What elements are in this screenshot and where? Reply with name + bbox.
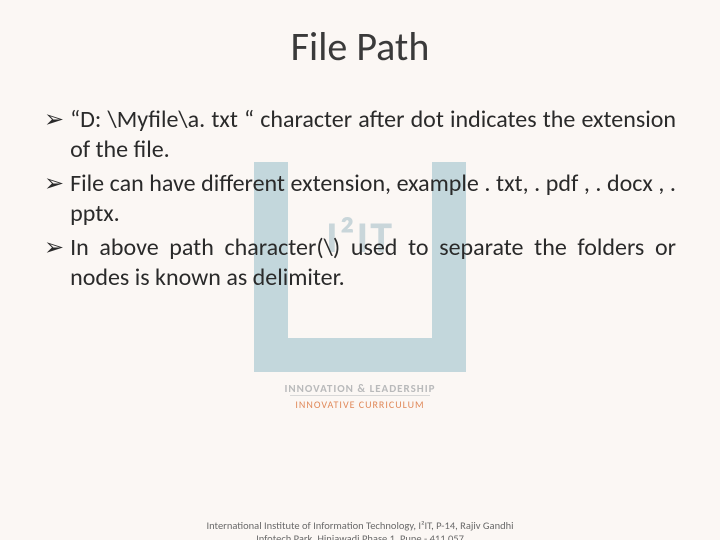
bullet-arrow-icon: ➢ <box>44 169 64 229</box>
slide-footer: International Institute of Information T… <box>0 519 720 540</box>
bullet-item: ➢ File can have different extension, exa… <box>44 169 676 229</box>
slide-body: ➢ “D: \Myfile\a. txt “ character after d… <box>44 105 676 293</box>
slide-content: File Path ➢ “D: \Myfile\a. txt “ charact… <box>0 22 720 293</box>
logo-tagline-1: INNOVATION & LEADERSHIP <box>230 382 490 395</box>
slide: I²IT INNOVATION & LEADERSHIP INNOVATIVE … <box>0 22 720 540</box>
slide-title: File Path <box>0 22 720 71</box>
footer-line-1: International Institute of Information T… <box>200 519 520 540</box>
bullet-text: “D: \Myfile\a. txt “ character after dot… <box>70 105 676 165</box>
logo-tagline-rule <box>290 395 430 396</box>
bullet-item: ➢ “D: \Myfile\a. txt “ character after d… <box>44 105 676 165</box>
bullet-text: In above path character(\) used to separ… <box>70 233 676 293</box>
bullet-text: File can have different extension, examp… <box>70 169 676 229</box>
bullet-arrow-icon: ➢ <box>44 105 64 165</box>
logo-tagline-2: INNOVATIVE CURRICULUM <box>230 398 490 411</box>
bullet-item: ➢ In above path character(\) used to sep… <box>44 233 676 293</box>
bullet-arrow-icon: ➢ <box>44 233 64 293</box>
